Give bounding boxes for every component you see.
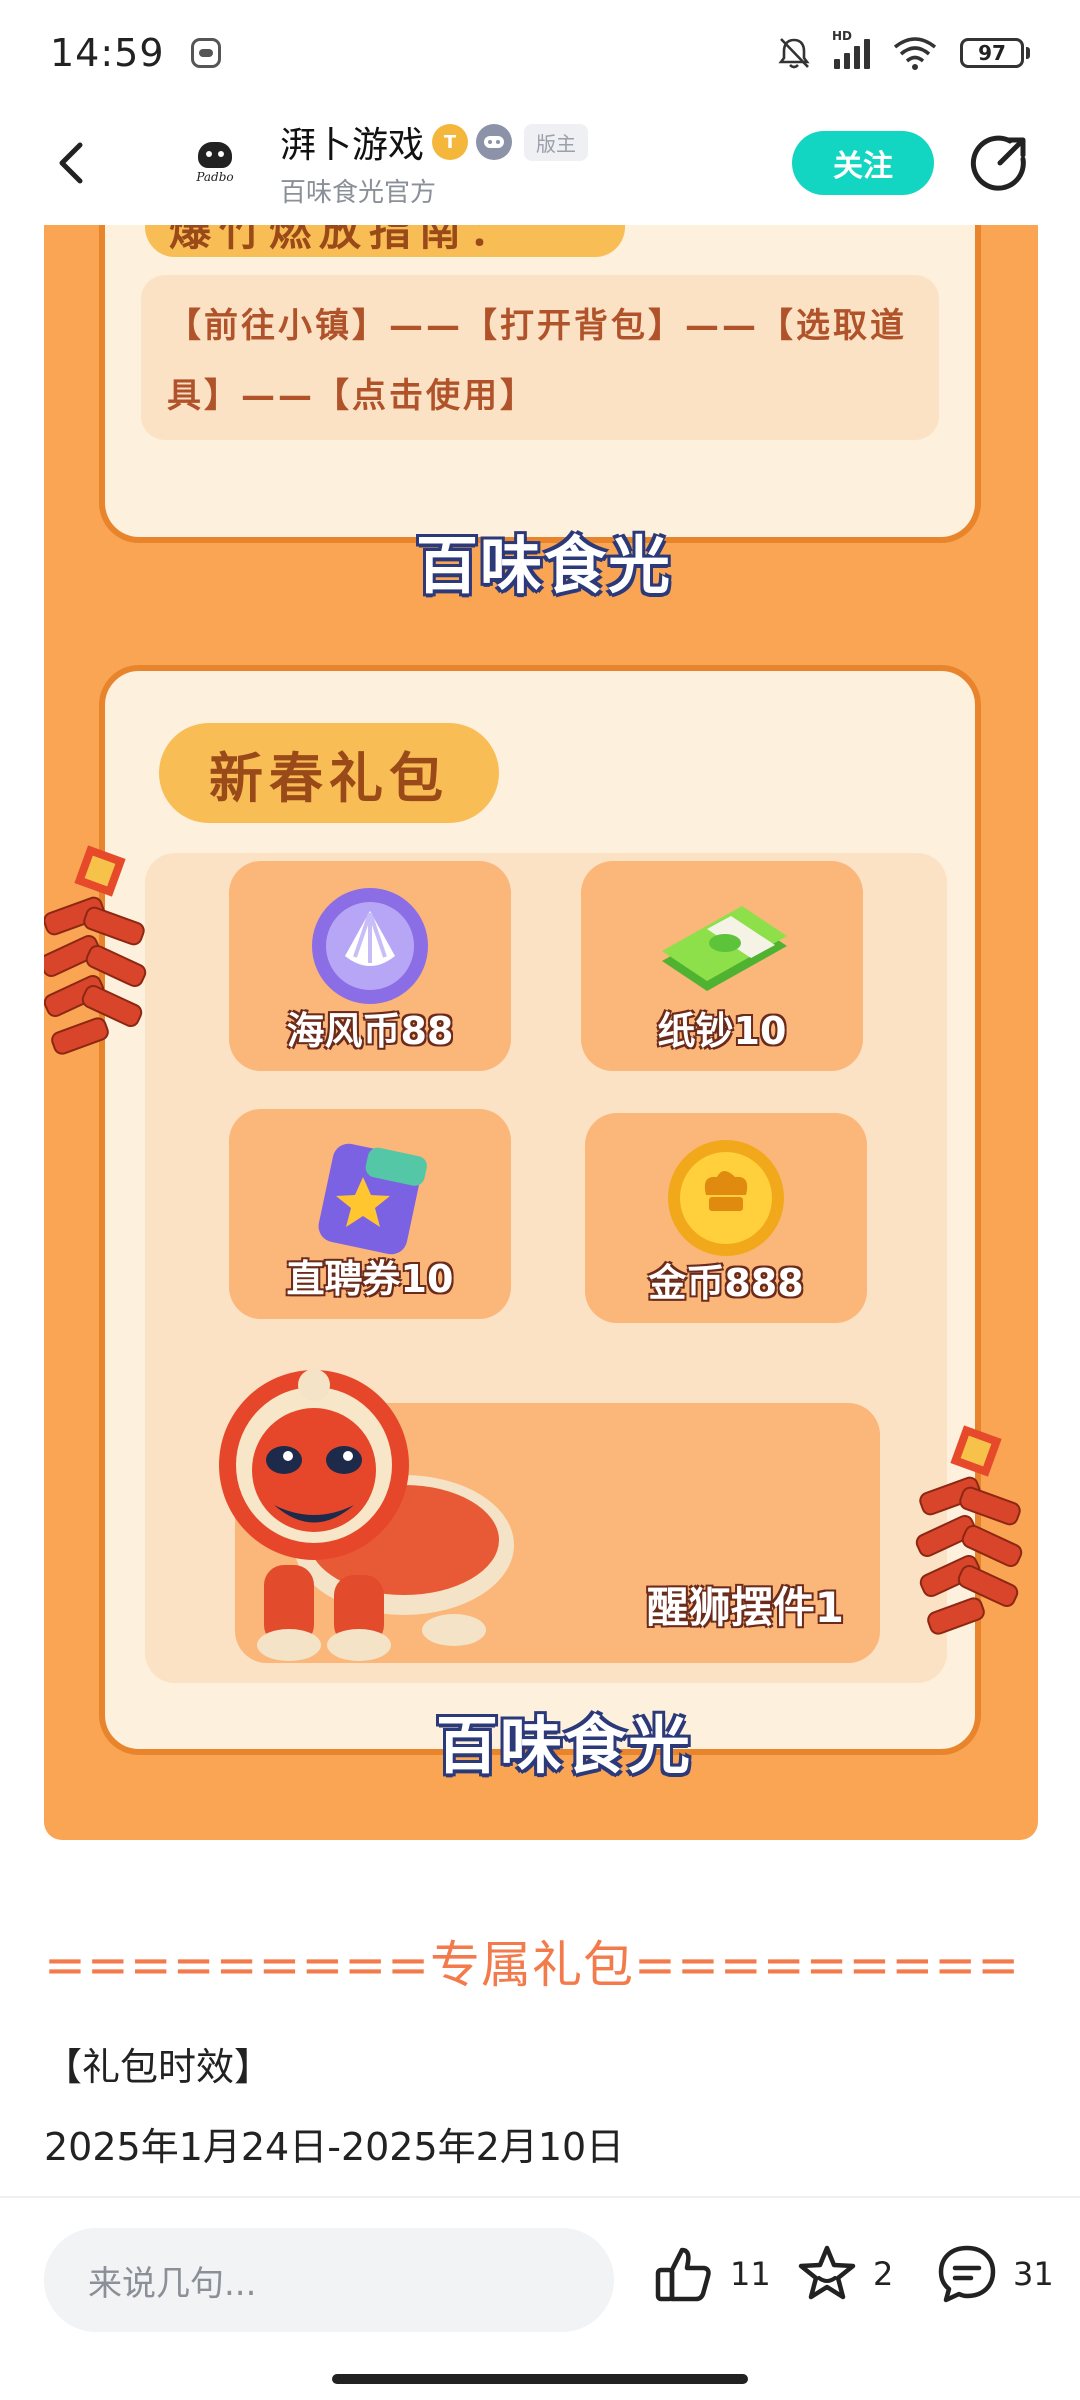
gift-item: 海风币88	[229, 861, 511, 1071]
firecracker-icon	[915, 1425, 1023, 1635]
level-badge-icon: T	[432, 124, 469, 160]
home-indicator[interactable]	[332, 2374, 748, 2384]
star-ticket-icon	[318, 1143, 427, 1255]
gift-item-label: 纸钞10	[657, 1009, 787, 1053]
network-label: HD	[832, 28, 853, 43]
favorite-button[interactable]: 2	[795, 2242, 893, 2306]
lion-dance-icon	[219, 1369, 514, 1661]
section-title: =========专属礼包=========	[44, 1936, 1021, 1994]
avatar[interactable]: Padbo	[184, 132, 246, 194]
comment-input[interactable]: 来说几句...	[44, 2228, 614, 2332]
gift-heading: 新春礼包	[159, 723, 499, 823]
moderator-badge: 版主	[524, 123, 589, 161]
game-logo: 百味食光	[415, 529, 672, 602]
status-icons: HD 97	[776, 29, 1030, 71]
back-icon[interactable]	[50, 133, 94, 193]
post-banner-image[interactable]: 爆竹燃放指南： 【前往小镇】——【打开背包】——【选取道具】——【点击使用】 百…	[44, 225, 1038, 1840]
mute-icon	[778, 37, 810, 68]
thumbs-up-icon	[655, 2247, 711, 2302]
like-button[interactable]: 11	[652, 2242, 771, 2306]
validity-label: 【礼包时效】	[44, 2045, 273, 2089]
firecracker-icon	[44, 845, 147, 1055]
gift-item: 纸钞10	[581, 861, 863, 1071]
gift-item: 金币888	[585, 1113, 867, 1323]
app-notification-icon	[190, 37, 221, 68]
like-count: 11	[730, 2255, 771, 2293]
avatar-logo-icon	[198, 141, 232, 168]
gift-item-label: 海风币88	[286, 1009, 454, 1053]
avatar-text: Padbo	[196, 169, 234, 184]
gold-coin-icon	[668, 1140, 784, 1256]
seashell-coin-icon	[312, 888, 428, 1004]
game-logo: 百味食光	[435, 1709, 692, 1782]
status-time: 14:59	[50, 30, 165, 75]
channel-subtitle: 百味食光官方	[280, 178, 437, 208]
channel-name: 湃卜游戏	[280, 125, 425, 166]
bottom-action-bar: 来说几句... 11 2 31	[0, 2196, 1080, 2400]
comment-count: 31	[1013, 2255, 1054, 2293]
battery-icon: 97	[960, 37, 1030, 68]
gift-item: 直聘券10	[229, 1109, 511, 1319]
battery-level: 97	[960, 37, 1024, 68]
post-header: Padbo 湃卜游戏 T 版主 百味食光官方 关注	[0, 105, 1080, 220]
wifi-icon	[893, 36, 937, 70]
follow-button[interactable]: 关注	[792, 130, 934, 195]
comment-bubble-icon	[938, 2245, 996, 2303]
star-icon	[798, 2245, 856, 2300]
gift-item-label: 醒狮摆件1	[646, 1583, 844, 1632]
gamepad-badge-icon	[476, 124, 513, 160]
favorite-count: 2	[873, 2255, 894, 2293]
status-bar: 14:59 HD 97	[0, 0, 1080, 105]
comment-button[interactable]: 31	[935, 2242, 1054, 2306]
banknote-stack-icon	[662, 906, 787, 991]
share-icon[interactable]	[970, 133, 1030, 193]
gift-item-label: 直聘券10	[286, 1257, 454, 1301]
guide-text: 【前往小镇】——【打开背包】——【选取道具】——【点击使用】	[141, 275, 939, 440]
gift-item-label: 金币888	[648, 1261, 804, 1305]
signal-icon: HD	[832, 29, 870, 69]
header-titles[interactable]: 湃卜游戏 T 版主 百味食光官方	[280, 116, 589, 209]
validity-value: 2025年1月24日-2025年2月10日	[44, 2125, 625, 2169]
guide-card: 爆竹燃放指南： 【前往小镇】——【打开背包】——【选取道具】——【点击使用】	[99, 225, 981, 543]
guide-heading: 爆竹燃放指南：	[145, 225, 625, 257]
